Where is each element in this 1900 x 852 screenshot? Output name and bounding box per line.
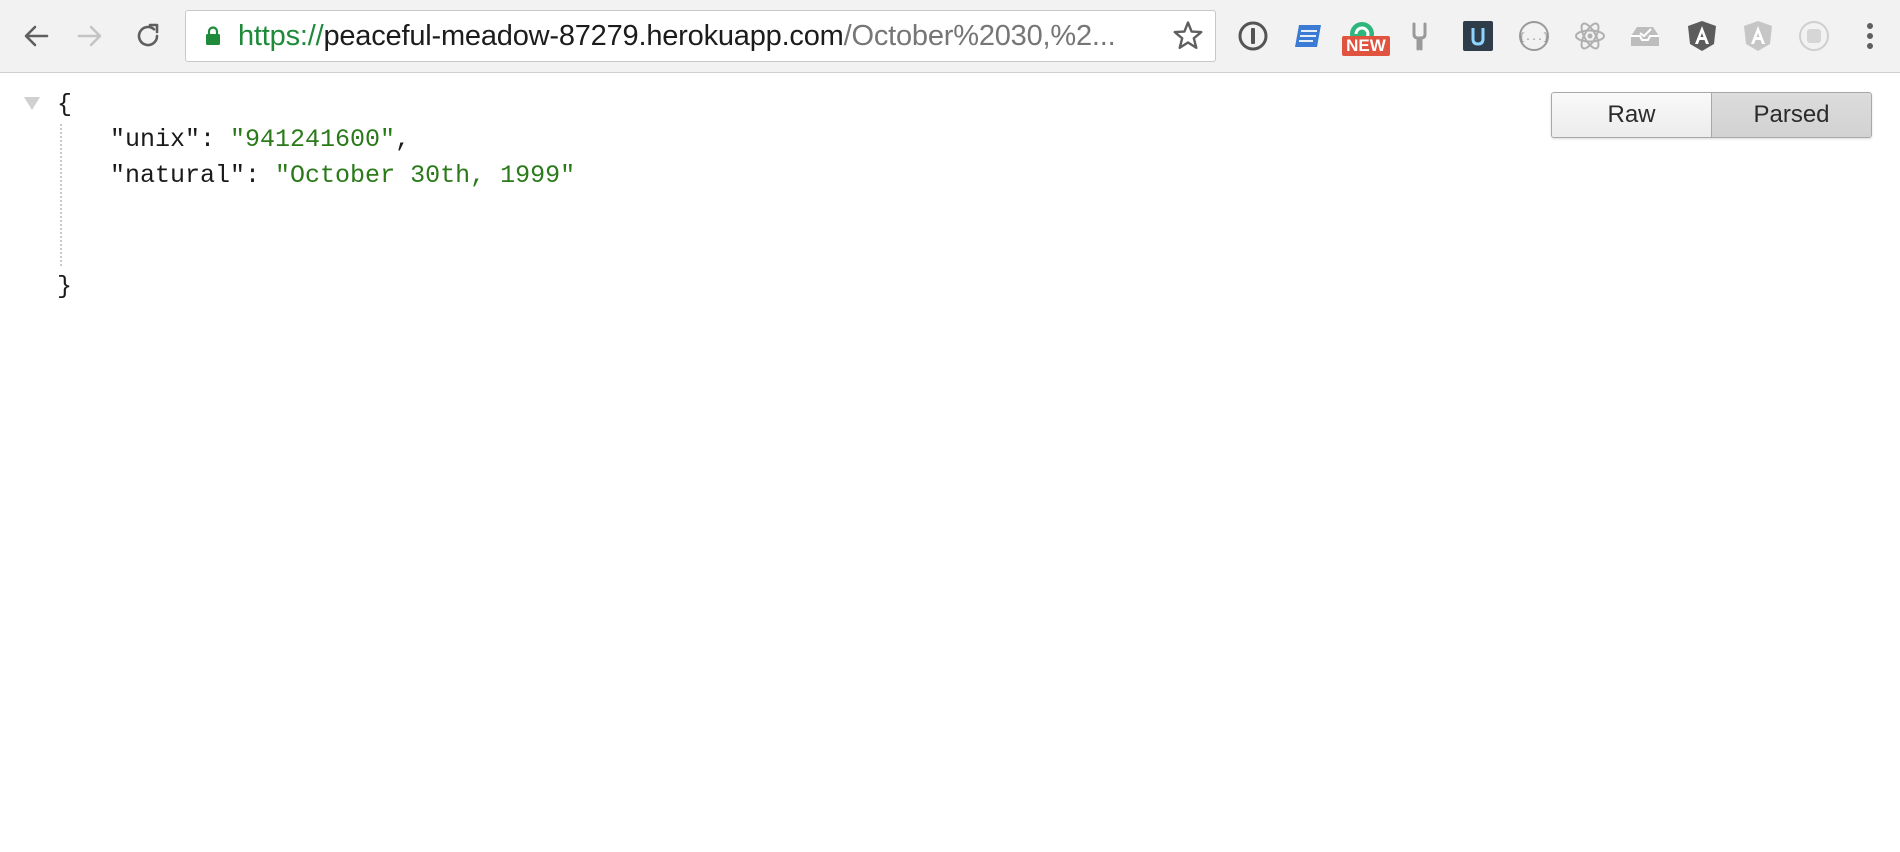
arrow-right-icon bbox=[77, 25, 102, 47]
angular-gray-icon bbox=[1744, 21, 1772, 51]
reload-icon bbox=[137, 23, 159, 47]
react-devtools-extension[interactable] bbox=[1570, 16, 1610, 56]
browser-menu-button[interactable] bbox=[1850, 16, 1890, 56]
angular-icon bbox=[1688, 21, 1716, 51]
browser-toolbar: https://peaceful-meadow-87279.herokuapp.… bbox=[0, 0, 1900, 73]
mail-tray-extension[interactable] bbox=[1625, 16, 1665, 56]
tuning-fork-extension[interactable] bbox=[1400, 16, 1440, 56]
notes-extension[interactable] bbox=[1288, 16, 1328, 56]
arrow-left-icon bbox=[24, 25, 49, 47]
react-devtools-icon bbox=[1575, 22, 1605, 50]
blue-note-icon bbox=[1295, 25, 1321, 47]
back-button[interactable] bbox=[14, 14, 58, 58]
angular-extension[interactable] bbox=[1682, 16, 1722, 56]
1password-icon bbox=[1238, 21, 1268, 51]
gray-square-icon bbox=[1799, 21, 1829, 51]
indent-guide bbox=[60, 124, 62, 266]
parsed-button[interactable]: Parsed bbox=[1711, 93, 1871, 137]
json-entry-natural: "natural": "October 30th, 1999" bbox=[110, 158, 575, 194]
json-separator: : bbox=[200, 125, 231, 154]
gray-square-extension[interactable] bbox=[1794, 16, 1834, 56]
udacity-extension[interactable] bbox=[1458, 16, 1498, 56]
json-separator: : bbox=[245, 161, 276, 190]
tuning-fork-icon bbox=[1412, 22, 1427, 51]
grammarly-extension[interactable]: NEW bbox=[1342, 16, 1390, 56]
json-entry-unix: "unix": "941241600", bbox=[110, 122, 410, 158]
json-formatter-icon: {...} bbox=[1519, 21, 1549, 51]
url-host: peaceful-meadow-87279.herokuapp.com bbox=[323, 20, 844, 52]
svg-text:{...}: {...} bbox=[1519, 32, 1549, 44]
json-viewer: { "unix": "941241600", "natural": "Octob… bbox=[0, 74, 1900, 852]
url-scheme: https:// bbox=[238, 20, 324, 52]
raw-parsed-toggle: Raw Parsed bbox=[1551, 92, 1872, 138]
reload-button[interactable] bbox=[126, 14, 170, 58]
json-close-brace: } bbox=[57, 272, 73, 301]
vertical-dots-icon bbox=[1867, 23, 1873, 49]
json-string-value: "941241600" bbox=[230, 125, 396, 154]
url-text[interactable]: https://peaceful-meadow-87279.herokuapp.… bbox=[238, 11, 1163, 61]
forward-button[interactable] bbox=[68, 14, 112, 58]
json-open-brace: { bbox=[57, 90, 73, 119]
lock-icon bbox=[206, 26, 220, 45]
json-string-value: "October 30th, 1999" bbox=[275, 161, 576, 190]
json-formatter-extension[interactable]: {...} bbox=[1514, 16, 1554, 56]
json-key: "unix" bbox=[110, 125, 201, 154]
envelope-tray-icon bbox=[1631, 27, 1659, 46]
collapse-triangle-icon[interactable] bbox=[23, 94, 41, 112]
raw-button[interactable]: Raw bbox=[1552, 93, 1711, 137]
address-bar[interactable]: https://peaceful-meadow-87279.herokuapp.… bbox=[185, 10, 1216, 62]
1password-extension[interactable] bbox=[1233, 16, 1273, 56]
new-badge: NEW bbox=[1342, 36, 1390, 56]
star-icon[interactable] bbox=[1171, 19, 1205, 53]
json-comma: , bbox=[395, 125, 411, 154]
json-key: "natural" bbox=[110, 161, 246, 190]
url-path: /October%2030,%2... bbox=[843, 20, 1116, 52]
angular-gray-extension[interactable] bbox=[1738, 16, 1778, 56]
udacity-icon bbox=[1463, 21, 1493, 51]
